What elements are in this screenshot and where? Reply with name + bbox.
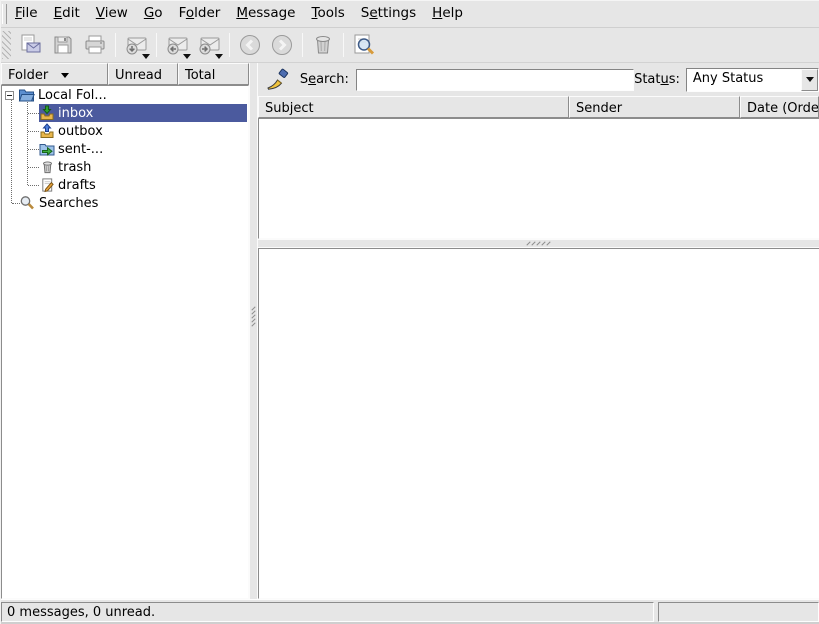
- folder-item-trash[interactable]: trash: [40, 158, 91, 176]
- tree-line: [28, 167, 39, 168]
- find-messages-button[interactable]: [348, 30, 380, 60]
- message-preview-pane[interactable]: [258, 248, 819, 599]
- tree-line: [28, 149, 39, 150]
- column-header-sender[interactable]: Sender: [569, 96, 740, 118]
- toolbar-separator: [115, 33, 116, 57]
- horizontal-splitter[interactable]: [258, 239, 819, 248]
- folder-pane: Folder Unread Total: [1, 63, 249, 599]
- search-label: Search:: [300, 72, 349, 87]
- outbox-icon: [39, 123, 55, 139]
- reply-button[interactable]: [161, 30, 193, 60]
- folder-item-sent-mail[interactable]: sent-...: [39, 140, 103, 158]
- main-area: Folder Unread Total: [1, 63, 819, 599]
- trash-folder-icon: [40, 159, 55, 175]
- column-header-subject[interactable]: Subject: [258, 96, 569, 118]
- sent-mail-icon: [39, 141, 55, 157]
- message-list: Subject Sender Date (Order of Arrival): [258, 96, 819, 239]
- tree-line: [28, 113, 39, 114]
- broom-icon: [265, 68, 291, 92]
- dropdown-arrow-icon[interactable]: [215, 54, 223, 59]
- trash-button[interactable]: [307, 30, 339, 60]
- collapse-expander-icon[interactable]: [5, 91, 14, 100]
- clear-search-button[interactable]: [264, 67, 292, 93]
- kmail-window: File Edit View Go Folder Message Tools S…: [0, 0, 819, 624]
- find-messages-icon: [351, 32, 377, 58]
- dropdown-arrow-icon[interactable]: [142, 54, 150, 59]
- menu-file[interactable]: File: [7, 0, 46, 28]
- message-area: Search: Status: Any Status Subject Sende…: [258, 63, 819, 599]
- status-dropdown[interactable]: Any Status: [686, 68, 819, 92]
- status-dropdown-value: Any Status: [687, 69, 801, 91]
- menu-help[interactable]: Help: [424, 0, 471, 28]
- status-section-right: [658, 602, 819, 622]
- tree-line: [11, 99, 12, 203]
- folder-item-outbox[interactable]: outbox: [39, 122, 103, 140]
- save-icon: [51, 33, 75, 57]
- quick-search-bar: Search: Status: Any Status: [258, 63, 819, 96]
- status-message: 0 messages, 0 unread.: [1, 602, 654, 622]
- menu-edit[interactable]: Edit: [46, 0, 88, 28]
- trash-icon: [311, 33, 335, 57]
- column-header-total[interactable]: Total: [178, 63, 249, 85]
- status-label: Status:: [634, 72, 680, 87]
- menu-go[interactable]: Go: [136, 0, 171, 28]
- menu-settings[interactable]: Settings: [353, 0, 424, 28]
- tree-line: [27, 95, 28, 185]
- chevron-down-icon: [806, 77, 814, 82]
- toolbar-separator: [156, 33, 157, 57]
- print-icon: [83, 33, 107, 57]
- column-header-date[interactable]: Date (Order of Arrival): [740, 96, 819, 118]
- folder-list-header: Folder Unread Total: [1, 63, 249, 85]
- message-list-header: Subject Sender Date (Order of Arrival): [258, 96, 819, 118]
- vertical-splitter[interactable]: [249, 63, 258, 599]
- search-input[interactable]: [356, 69, 634, 91]
- forward-button[interactable]: [193, 30, 225, 60]
- back-button[interactable]: [234, 30, 266, 60]
- column-header-folder[interactable]: Folder: [1, 63, 108, 85]
- print-button[interactable]: [79, 30, 111, 60]
- folder-item-inbox[interactable]: inbox: [39, 104, 247, 122]
- toolbar-drag-handle[interactable]: [2, 31, 11, 59]
- sort-arrow-icon: [61, 73, 69, 78]
- toolbar: [1, 28, 819, 63]
- save-button[interactable]: [47, 30, 79, 60]
- open-folder-icon: [18, 87, 35, 103]
- folder-item-drafts[interactable]: drafts: [40, 176, 96, 194]
- tree-line: [28, 131, 39, 132]
- splitter-grip: [251, 308, 256, 325]
- forward-nav-button[interactable]: [266, 30, 298, 60]
- check-mail-button[interactable]: [120, 30, 152, 60]
- message-list-body[interactable]: [258, 118, 819, 239]
- menu-message[interactable]: Message: [228, 0, 303, 28]
- column-header-unread[interactable]: Unread: [108, 63, 178, 85]
- search-folder-icon: [18, 195, 36, 211]
- folder-item-local-folders[interactable]: Local Fol...: [5, 86, 107, 104]
- toolbar-separator: [302, 33, 303, 57]
- forward-nav-icon: [270, 33, 294, 57]
- menu-tools[interactable]: Tools: [304, 0, 353, 28]
- new-message-button[interactable]: [15, 30, 47, 60]
- status-bar: 0 messages, 0 unread.: [1, 599, 819, 624]
- toolbar-separator: [229, 33, 230, 57]
- drafts-icon: [40, 177, 55, 193]
- toolbar-separator: [343, 33, 344, 57]
- dropdown-arrow-icon[interactable]: [183, 54, 191, 59]
- menu-view[interactable]: View: [88, 0, 136, 28]
- folder-item-searches[interactable]: Searches: [18, 194, 98, 212]
- tree-line: [28, 185, 39, 186]
- menubar: File Edit View Go Folder Message Tools S…: [1, 0, 819, 28]
- folder-tree: Local Fol... inbox outbox: [1, 85, 249, 599]
- back-icon: [238, 33, 262, 57]
- menu-folder[interactable]: Folder: [171, 0, 229, 28]
- new-message-icon: [19, 33, 43, 57]
- splitter-grip: [526, 241, 530, 245]
- inbox-icon: [39, 105, 55, 121]
- status-dropdown-button[interactable]: [801, 69, 818, 91]
